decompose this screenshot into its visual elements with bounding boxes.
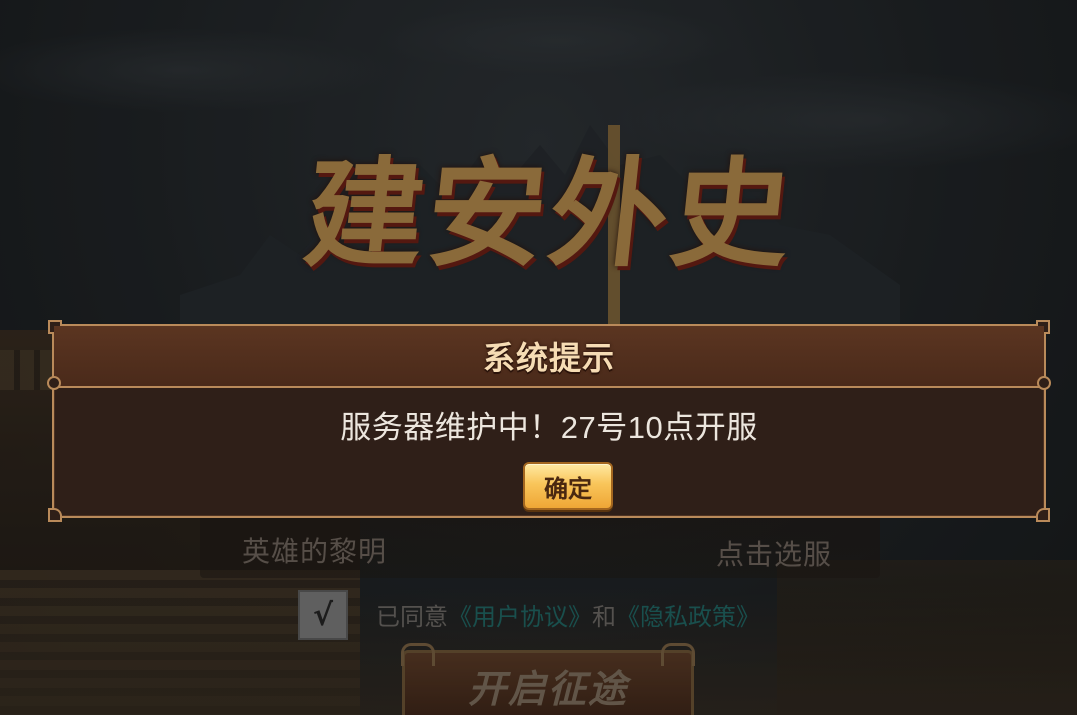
header-notch-ornament: [1037, 376, 1051, 390]
game-login-screen: 建安外史 英雄的黎明 点击选服 √ 已同意《用户协议》和《隐私政策》 开启征途 …: [0, 0, 1077, 715]
header-notch-ornament: [47, 376, 61, 390]
confirm-button-label: 确定: [544, 475, 592, 503]
dialog-corner-ornament: [1036, 508, 1050, 522]
dialog-title: 系统提示: [482, 339, 615, 377]
dialog-header: 系统提示: [54, 326, 1044, 388]
confirm-button[interactable]: 确定: [523, 462, 613, 510]
system-notice-dialog: 系统提示 服务器维护中！27号10点开服 确定: [47, 320, 1051, 522]
dialog-message: 服务器维护中！27号10点开服: [340, 410, 758, 445]
dialog-corner-ornament: [48, 508, 62, 522]
